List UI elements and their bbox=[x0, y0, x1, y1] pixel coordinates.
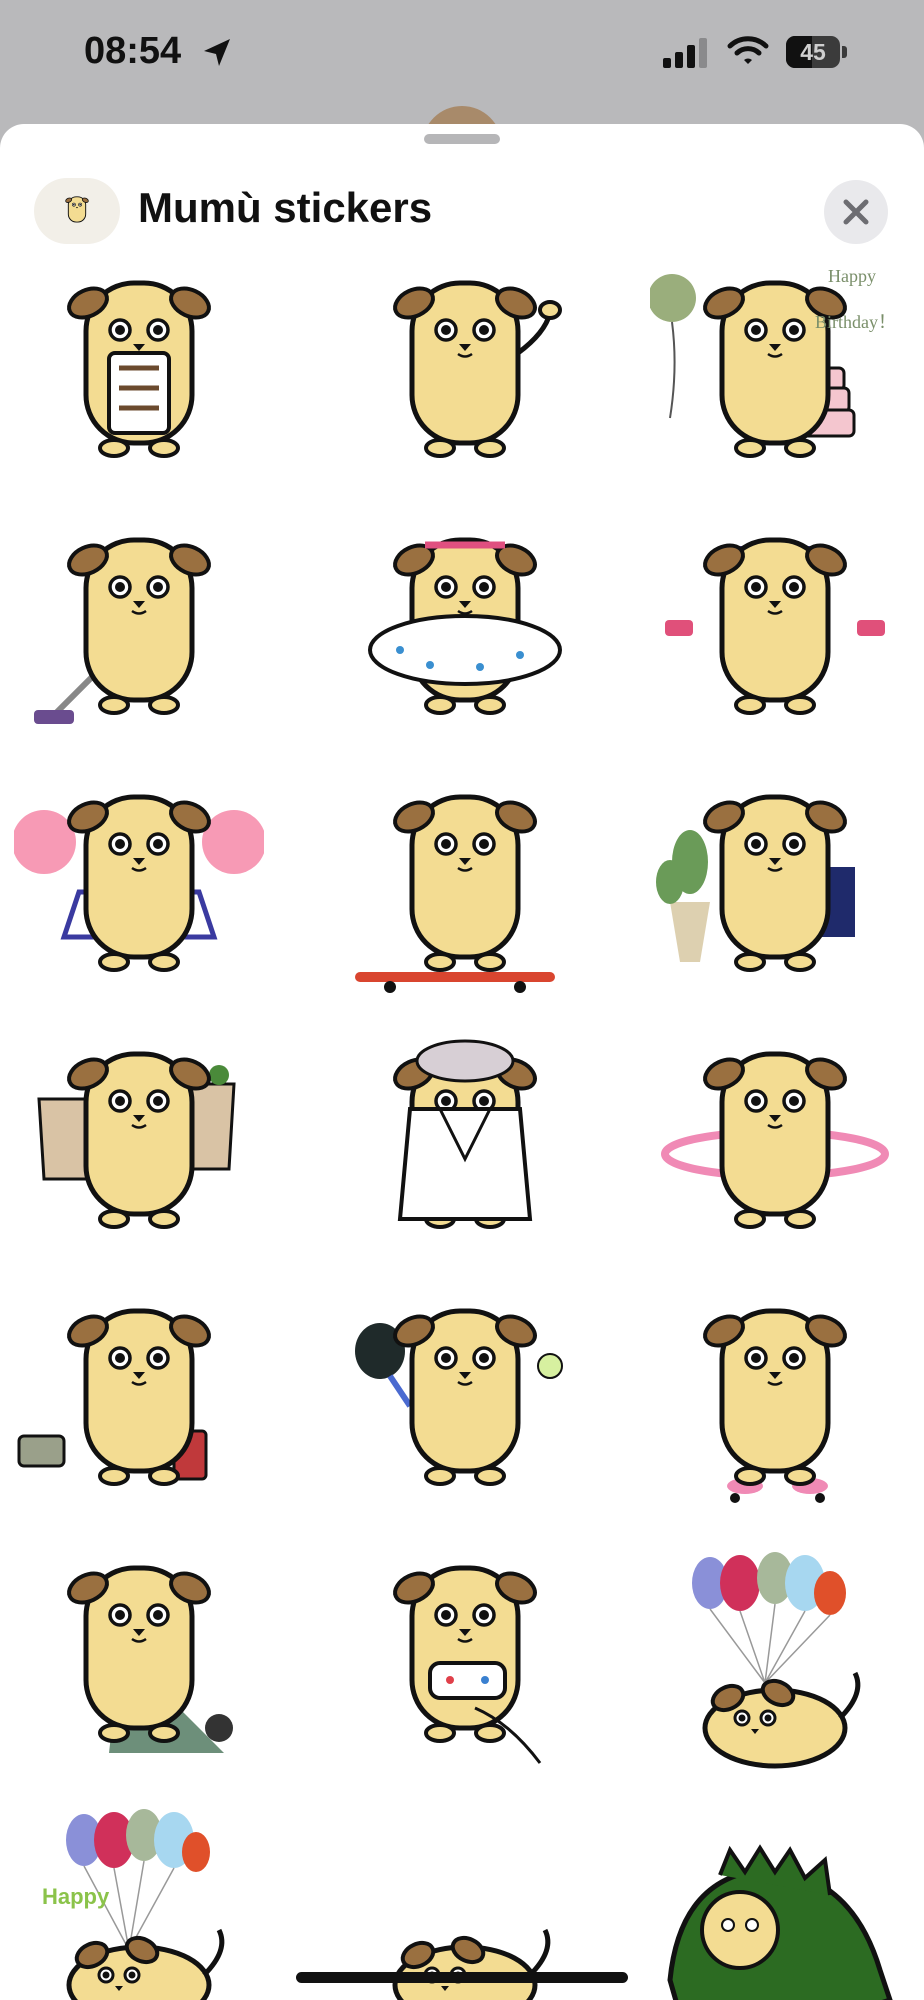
sticker-mumu-hula-hoop-art bbox=[661, 1051, 889, 1229]
sticker-mumu-coffee-art bbox=[67, 280, 211, 458]
sticker-mumu-birthday[interactable]: Happy Birthday！ bbox=[648, 258, 900, 488]
sticker-mumu-coffee[interactable] bbox=[14, 258, 264, 488]
sticker-mumu-hula-hoop[interactable] bbox=[650, 1029, 900, 1259]
sticker-mumu-dumbbells-art bbox=[665, 537, 885, 715]
sticker-mumu-dinosaur[interactable] bbox=[650, 1800, 900, 2000]
sticker-mumu-happy-balloons[interactable]: Happy bbox=[14, 1800, 264, 2000]
sticker-mumu-knitting[interactable] bbox=[14, 1543, 264, 1773]
close-button[interactable] bbox=[824, 180, 888, 244]
home-indicator[interactable] bbox=[296, 1972, 628, 1983]
sticker-mumu-gaming-art bbox=[393, 1565, 542, 1764]
sticker-mumu-shopping[interactable] bbox=[14, 1029, 264, 1259]
sticker-mumu-birthday-text-2: Birthday！ bbox=[815, 312, 896, 332]
sticker-mumu-balloons[interactable] bbox=[650, 1543, 900, 1773]
sticker-mumu-lying-art bbox=[392, 1928, 551, 2000]
sticker-mumu-skateboard-art bbox=[355, 794, 555, 993]
sticker-mumu-shopping-art bbox=[37, 1051, 236, 1229]
pack-avatar bbox=[34, 178, 120, 244]
sticker-mumu-travel-art bbox=[17, 1308, 211, 1486]
sticker-mumu-vacuum-art bbox=[34, 537, 211, 724]
sticker-mumu-vacuum[interactable] bbox=[14, 515, 264, 745]
sticker-mumu-waving-art bbox=[393, 280, 562, 458]
sticker-mumu-gaming[interactable] bbox=[340, 1543, 590, 1773]
cellular-signal-icon bbox=[663, 38, 711, 73]
sticker-mumu-balloons-art bbox=[692, 1552, 861, 1769]
sticker-mumu-gardening-art bbox=[656, 794, 855, 972]
sticker-mumu-bathrobe[interactable] bbox=[340, 1029, 590, 1259]
sticker-pack-sheet: Mumù stickers Happy Birthday！ Happy bbox=[0, 124, 924, 2000]
sticker-mumu-happy-balloons-text-1: Happy bbox=[42, 1884, 110, 1909]
sticker-mumu-dumbbells[interactable] bbox=[650, 515, 900, 745]
sheet-grabber[interactable] bbox=[424, 134, 500, 144]
sticker-mumu-birthday-art bbox=[648, 274, 856, 458]
sticker-mumu-birthday-text-1: Happy bbox=[828, 266, 876, 286]
close-icon bbox=[843, 199, 869, 225]
status-bar: 08:54 45 bbox=[0, 0, 924, 120]
sticker-mumu-swim-ring-art bbox=[368, 537, 562, 715]
sheet-header: Mumù stickers bbox=[0, 148, 924, 248]
sticker-mumu-lying[interactable] bbox=[340, 1800, 590, 2000]
sticker-mumu-padel-art bbox=[355, 1308, 563, 1486]
sticker-mumu-roller-skates[interactable] bbox=[650, 1286, 900, 1516]
sticker-mumu-waving[interactable] bbox=[340, 258, 590, 488]
sticker-mumu-roller-skates-art bbox=[703, 1308, 847, 1503]
location-arrow-icon bbox=[200, 36, 234, 75]
sticker-mumu-swim-ring[interactable] bbox=[340, 515, 590, 745]
battery-icon: 45 bbox=[786, 36, 848, 70]
sticker-mumu-dinosaur-art bbox=[667, 1844, 893, 2000]
battery-level: 45 bbox=[800, 39, 826, 65]
pack-title: Mumù stickers bbox=[138, 184, 433, 231]
sticker-mumu-knitting-art bbox=[67, 1565, 233, 1753]
status-time: 08:54 bbox=[84, 30, 182, 72]
wifi-icon bbox=[726, 34, 770, 73]
sticker-mumu-cheerleader-art bbox=[12, 794, 266, 972]
sticker-mumu-bathrobe-art bbox=[393, 1039, 537, 1229]
sticker-mumu-cheerleader[interactable] bbox=[12, 772, 266, 1002]
sticker-mumu-padel[interactable] bbox=[340, 1286, 590, 1516]
sticker-mumu-skateboard[interactable] bbox=[340, 772, 590, 1002]
sticker-mumu-gardening[interactable] bbox=[650, 772, 900, 1002]
sticker-mumu-travel[interactable] bbox=[14, 1286, 264, 1516]
